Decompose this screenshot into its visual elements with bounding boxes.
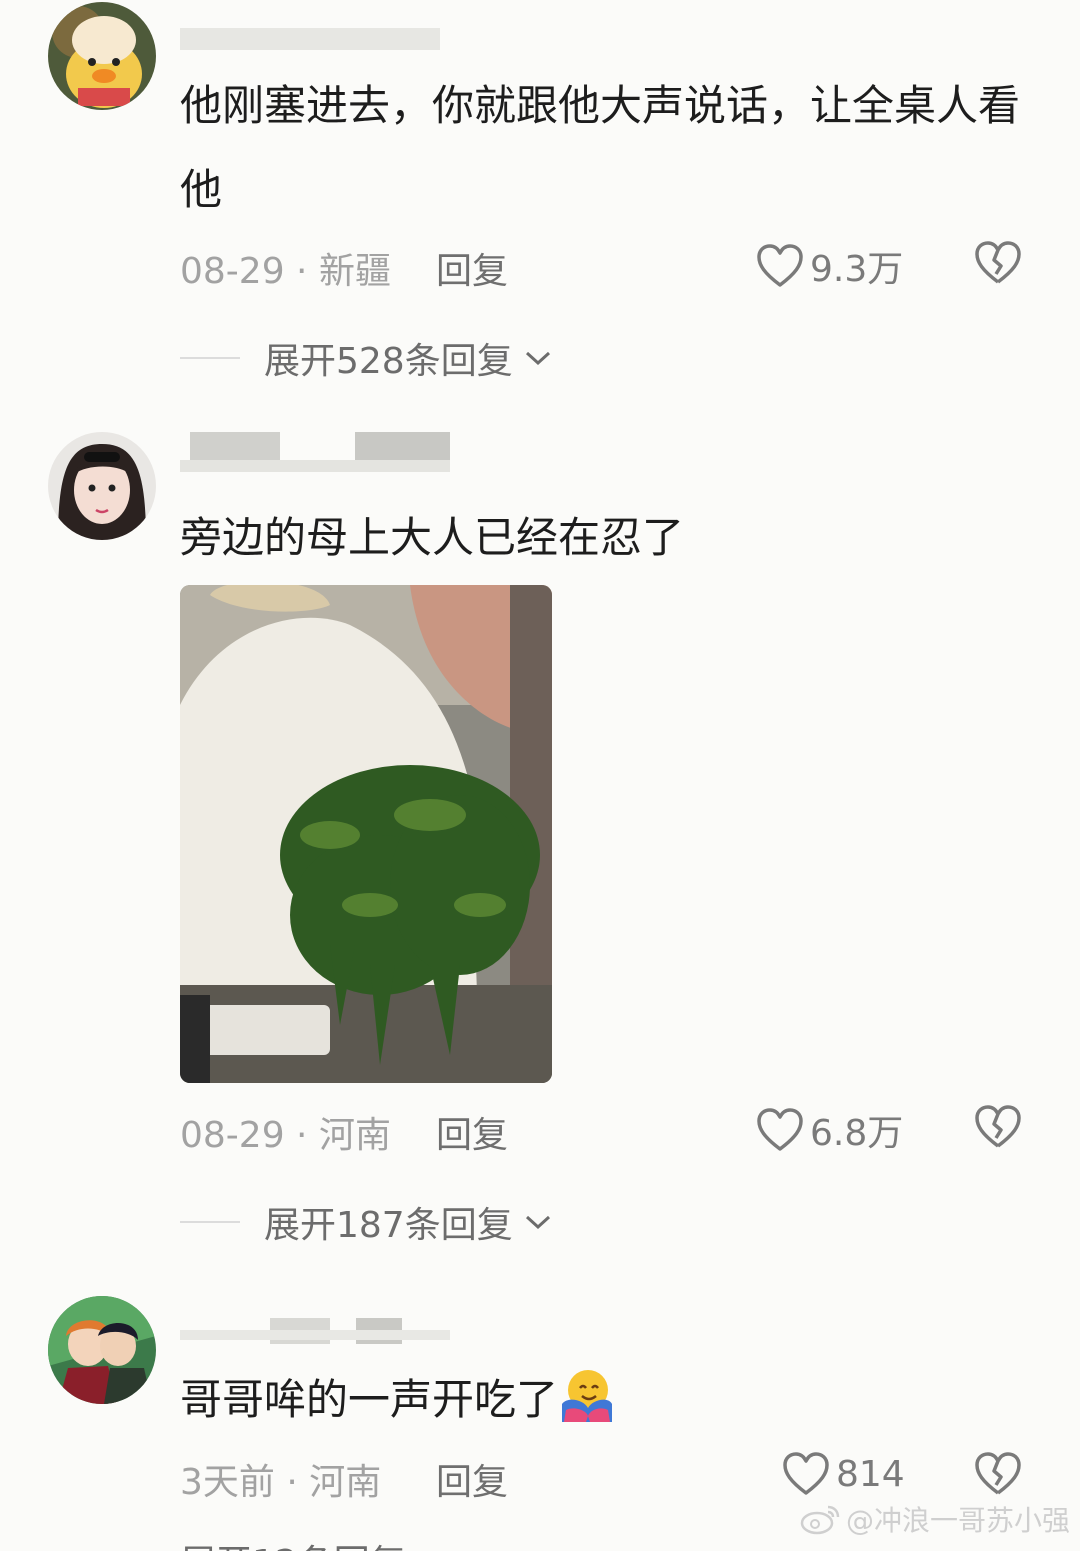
weibo-logo-icon bbox=[800, 1505, 840, 1535]
like-count: 814 bbox=[836, 1453, 905, 1495]
expand-replies-label: 展开187条回复 bbox=[264, 1205, 513, 1246]
like-button[interactable]: 6.8万 bbox=[756, 1104, 903, 1156]
divider-line bbox=[180, 1221, 240, 1223]
like-count: 6.8万 bbox=[810, 1113, 904, 1154]
comment-date-location: 08-29 · 新疆 bbox=[180, 251, 391, 292]
like-button[interactable]: 814 bbox=[782, 1451, 905, 1497]
avatar[interactable] bbox=[48, 2, 156, 110]
expand-replies-partial[interactable]: 展开12条回复 bbox=[180, 1534, 406, 1551]
reply-button[interactable]: 回复 bbox=[436, 242, 508, 294]
expand-replies[interactable]: 展开187条回复 bbox=[180, 1196, 553, 1248]
comment-text: 哥哥哞的一声开吃了 bbox=[180, 1358, 1020, 1442]
comment-text: 旁边的母上大人已经在忍了 bbox=[180, 513, 685, 562]
chevron-down-icon bbox=[525, 351, 550, 366]
avatar[interactable] bbox=[48, 1296, 156, 1404]
comment-text-content: 哥哥哞的一声开吃了 bbox=[180, 1375, 559, 1424]
heart-outline-icon bbox=[757, 244, 803, 287]
broken-heart-icon[interactable] bbox=[974, 240, 1022, 286]
hugging-face-emoji bbox=[562, 1370, 613, 1422]
comment-date-location: 3天前 · 河南 bbox=[180, 1462, 382, 1503]
heart-outline-icon bbox=[757, 1108, 803, 1151]
chevron-down-icon bbox=[525, 1215, 550, 1230]
divider-line bbox=[180, 357, 240, 359]
avatar[interactable] bbox=[48, 432, 156, 540]
like-count: 9.3万 bbox=[810, 249, 904, 290]
heart-outline-icon bbox=[783, 1452, 829, 1495]
comment-date-location: 08-29 · 河南 bbox=[180, 1115, 391, 1156]
watermark: @冲浪一哥苏小强 bbox=[800, 1499, 1070, 1539]
reply-button[interactable]: 回复 bbox=[436, 1106, 508, 1158]
username-obscured[interactable] bbox=[180, 28, 450, 68]
broken-heart-icon[interactable] bbox=[974, 1104, 1022, 1150]
expand-replies-label: 展开528条回复 bbox=[264, 341, 513, 382]
like-button[interactable]: 9.3万 bbox=[756, 240, 903, 292]
comment-text: 他刚塞进去，你就跟他大声说话，让全桌人看他 bbox=[180, 81, 1021, 214]
username-obscured[interactable] bbox=[180, 1304, 450, 1344]
comment-photo[interactable] bbox=[180, 585, 552, 1083]
broken-heart-icon[interactable] bbox=[974, 1451, 1022, 1497]
username-obscured[interactable] bbox=[180, 432, 450, 472]
expand-replies[interactable]: 展开528条回复 bbox=[180, 332, 553, 384]
watermark-text: @冲浪一哥苏小强 bbox=[845, 1504, 1070, 1537]
reply-button[interactable]: 回复 bbox=[436, 1453, 508, 1505]
